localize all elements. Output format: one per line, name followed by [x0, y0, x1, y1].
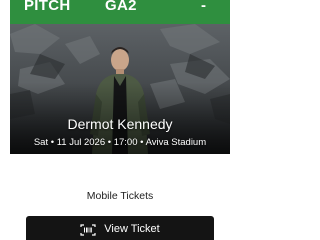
- artist-photo: [10, 24, 230, 154]
- artist-name: Dermot Kennedy: [67, 116, 173, 132]
- view-ticket-label: View Ticket: [104, 223, 160, 235]
- ticket-screen: PITCH GA2 - Dermot Kennedy Sat • 11 Jul …: [0, 0, 240, 240]
- event-date-time-venue: Sat • 11 Jul 2026 • 17:00 • Aviva Stadiu…: [33, 137, 207, 148]
- event-image: Dermot Kennedy Sat • 11 Jul 2026 • 17:00…: [10, 24, 230, 154]
- ticket-type-label: Mobile Tickets: [86, 190, 154, 202]
- seat-value: -: [201, 0, 207, 14]
- area-value: PITCH: [24, 0, 71, 14]
- section-value: GA2: [105, 0, 137, 14]
- view-ticket-button[interactable]: View Ticket: [26, 216, 214, 240]
- ticket-seat-header: PITCH GA2 -: [10, 0, 230, 24]
- barcode-scan-icon: [80, 224, 96, 236]
